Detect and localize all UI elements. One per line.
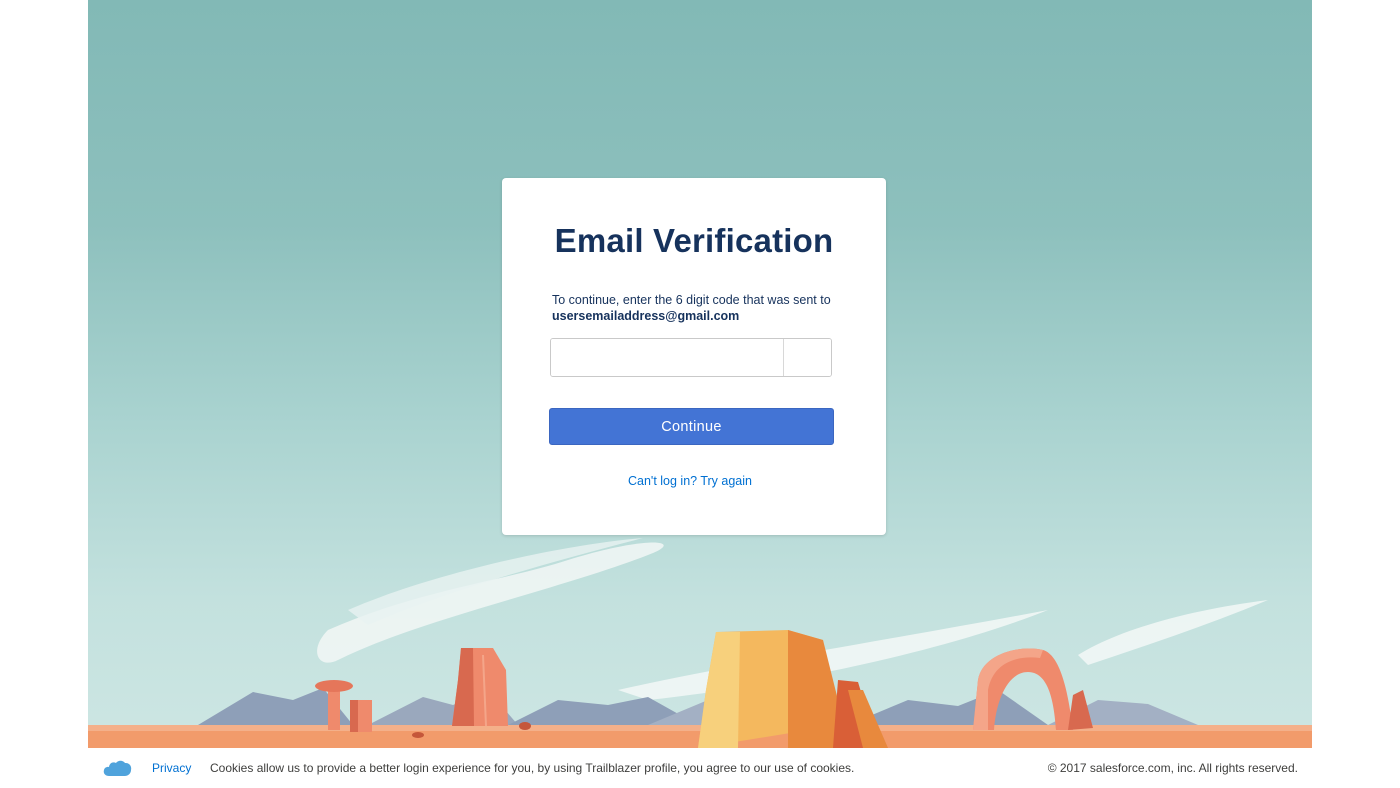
instructions-prefix: To continue, enter the 6 digit code that…	[552, 293, 831, 307]
verification-code-inputs	[550, 338, 832, 377]
code-digit-1[interactable]	[551, 339, 784, 376]
copyright-text: © 2017 salesforce.com, inc. All rights r…	[1047, 761, 1298, 775]
continue-button[interactable]: Continue	[549, 408, 834, 445]
footer: Privacy Cookies allow us to provide a be…	[88, 748, 1312, 788]
recipient-email: usersemailaddress@gmail.com	[552, 309, 740, 323]
verification-card: Email Verification To continue, enter th…	[502, 178, 886, 535]
code-digit-2[interactable]	[784, 339, 831, 376]
privacy-link[interactable]: Privacy	[152, 761, 191, 775]
instructions-text: To continue, enter the 6 digit code that…	[552, 292, 842, 324]
try-again-link[interactable]: Can't log in? Try again	[502, 474, 878, 488]
salesforce-cloud-icon	[103, 760, 132, 776]
cookie-notice: Cookies allow us to provide a better log…	[210, 761, 855, 775]
page-title: Email Verification	[554, 222, 834, 259]
